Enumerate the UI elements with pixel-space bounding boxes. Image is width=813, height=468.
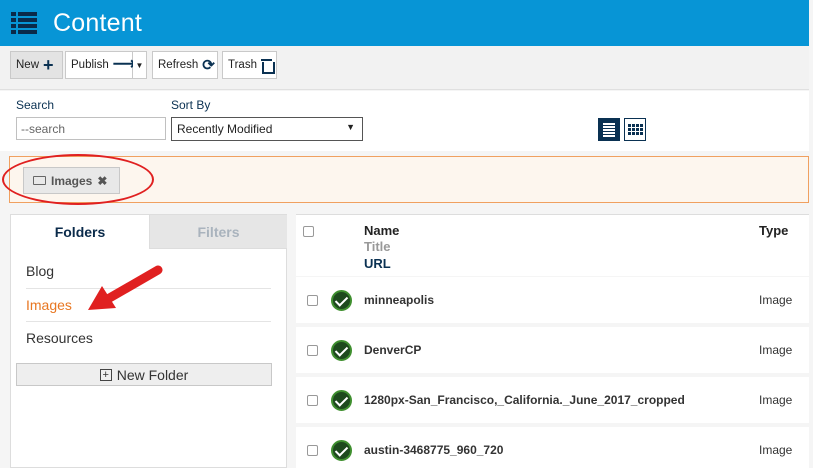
trash-button-label: Trash [228,59,257,71]
search-sort-bar: Search Sort By Recently Modified ▼ [0,91,809,151]
row-type: Image [759,293,793,307]
trash-button[interactable]: Trash [222,51,277,79]
folders-panel: Folders Filters Blog Images Resources + … [10,214,287,468]
grid-view-icon [627,124,643,135]
row-name[interactable]: 1280px-San_Francisco,_California._June_2… [364,393,685,407]
new-folder-button[interactable]: + New Folder [16,363,272,386]
row-checkbox[interactable] [307,295,318,306]
row-checkbox[interactable] [307,345,318,356]
published-check-icon [331,340,352,361]
row-type: Image [759,393,793,407]
annotation-ellipse [2,154,154,205]
sort-by-label: Sort By [171,98,211,112]
new-button[interactable]: New + [10,51,63,79]
annotation-arrow [88,265,163,310]
refresh-icon: ⟳ [202,57,215,74]
list-menu-icon[interactable] [11,12,37,34]
list-view-button[interactable] [598,118,620,141]
row-checkbox[interactable] [307,445,318,456]
list-view-icon [603,128,615,131]
publish-button[interactable]: Publish ⟶ [65,51,136,79]
refresh-button[interactable]: Refresh ⟳ [152,51,218,79]
row-name[interactable]: austin-3468775_960_720 [364,443,503,457]
publish-button-label: Publish [71,59,109,71]
tab-folders[interactable]: Folders [11,215,149,249]
page-title: Content [53,8,142,37]
row-name[interactable]: minneapolis [364,293,434,307]
search-input[interactable] [16,117,166,140]
published-check-icon [331,390,352,411]
toolbar: New + Publish ⟶ ▼ Refresh ⟳ Trash [0,46,809,90]
row-checkbox[interactable] [307,395,318,406]
plus-square-icon: + [99,368,112,381]
content-row[interactable]: austin-3468775_960_720 Image [296,427,809,468]
trash-icon [260,58,276,74]
new-folder-label: New Folder [116,366,189,383]
row-name[interactable]: DenverCP [364,343,421,357]
column-title[interactable]: Title [364,239,391,254]
content-row[interactable]: DenverCP Image [296,327,809,373]
sort-by-value: Recently Modified [177,122,273,136]
content-row[interactable]: minneapolis Image [296,277,809,323]
search-label: Search [16,98,55,112]
select-all-checkbox[interactable] [303,226,314,237]
content-row[interactable]: 1280px-San_Francisco,_California._June_2… [296,377,809,423]
tab-filters[interactable]: Filters [149,215,287,249]
app-header: Content [0,0,809,46]
row-type: Image [759,443,793,457]
content-list-header: Name Title URL Type [296,214,809,276]
refresh-button-label: Refresh [158,59,199,71]
select-caret-icon: ▼ [346,122,355,132]
publish-dropdown-button[interactable]: ▼ [133,51,147,79]
caret-down-icon: ▼ [135,60,144,70]
published-check-icon [331,290,352,311]
column-type[interactable]: Type [759,223,788,238]
sort-by-select[interactable]: Recently Modified ▼ [171,117,363,141]
row-type: Image [759,343,793,357]
new-button-label: New [16,59,40,71]
folder-item-resources[interactable]: Resources [26,321,271,354]
grid-view-button[interactable] [624,118,646,141]
published-check-icon [331,440,352,461]
plus-icon: + [43,55,54,75]
column-url[interactable]: URL [364,256,391,271]
column-name[interactable]: Name [364,223,399,238]
